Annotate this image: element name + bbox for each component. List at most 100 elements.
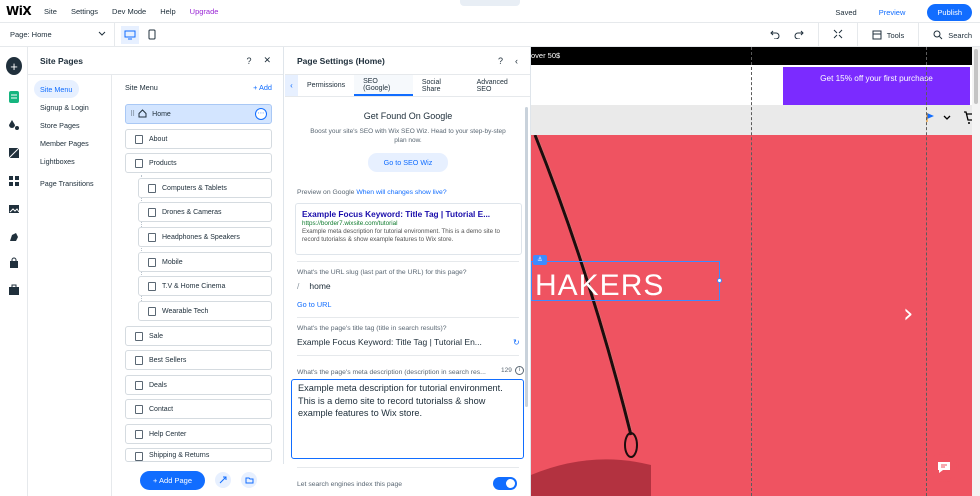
apps-button[interactable] <box>6 173 22 189</box>
publish-button[interactable]: Publish <box>927 4 972 21</box>
page-item-tv-home-cinema[interactable]: T.V & Home Cinema <box>138 276 272 296</box>
folder-icon[interactable] <box>241 472 257 488</box>
page-item-label: Mobile <box>162 258 183 266</box>
search-icon <box>933 30 943 40</box>
meta-description-textarea[interactable]: Example meta description for tutorial en… <box>291 379 524 459</box>
reset-icon[interactable]: ↻ <box>513 338 520 347</box>
go-to-seo-wiz-button[interactable]: Go to SEO Wiz <box>368 153 448 172</box>
tab-social-share[interactable]: Social Share <box>413 75 468 96</box>
home-icon <box>138 108 147 120</box>
add-page-link[interactable]: + Add <box>253 83 272 99</box>
title-tag-input[interactable]: Example Focus Keyword: Title Tag | Tutor… <box>297 337 513 347</box>
page-icon <box>148 257 156 267</box>
backgrounds-button[interactable] <box>6 145 22 161</box>
chat-button[interactable] <box>929 452 959 482</box>
tab-seo-google[interactable]: SEO (Google) <box>354 75 413 96</box>
page-icon <box>135 429 143 439</box>
page-item-contact[interactable]: Contact <box>125 399 272 419</box>
next-slide-arrow[interactable]: › <box>903 301 913 327</box>
settings-tabs: ‹ Permissions SEO (Google) Social Share … <box>285 75 530 97</box>
nav-store-pages[interactable]: Store Pages <box>28 116 111 134</box>
page-item-computers-tablets[interactable]: Computers & Tablets <box>138 178 272 198</box>
add-elements-button[interactable]: + <box>6 57 22 75</box>
page-item-products[interactable]: Products <box>125 153 272 173</box>
tab-permissions[interactable]: Permissions <box>298 75 354 96</box>
pages-button[interactable] <box>6 89 22 105</box>
page-item-sale[interactable]: Sale <box>125 326 272 346</box>
google-preview-description: Example meta description for tutorial en… <box>302 228 500 243</box>
more-actions-icon[interactable]: ⋯ <box>255 108 267 120</box>
drag-handle-icon[interactable]: ⠿ <box>130 110 135 118</box>
page-icon <box>148 183 156 193</box>
collapse-icon[interactable]: ‹ <box>515 56 518 66</box>
nav-site-menu[interactable]: Site Menu <box>34 80 79 98</box>
help-icon[interactable]: ? <box>246 56 251 66</box>
zoom-out-icon[interactable] <box>833 29 843 41</box>
canvas-scrollbar[interactable] <box>972 47 980 496</box>
page-item-help-center[interactable]: Help Center <box>125 424 272 444</box>
seo-description: Boost your site's SEO with Wix SEO Wiz. … <box>310 128 506 144</box>
redo-icon[interactable] <box>794 29 804 41</box>
blog-button[interactable] <box>6 229 22 245</box>
nav-signup-login[interactable]: Signup & Login <box>28 98 111 116</box>
index-page-toggle[interactable] <box>493 477 517 490</box>
mobile-view-button[interactable] <box>143 26 161 44</box>
tools-button[interactable]: Tools <box>872 30 904 40</box>
store-button[interactable] <box>6 255 22 271</box>
nav-member-pages[interactable]: Member Pages <box>28 134 111 152</box>
page-item-home[interactable]: ⠿ Home ⋯ <box>125 104 272 124</box>
page-icon <box>135 158 143 168</box>
meta-char-count: 129 <box>501 367 512 374</box>
business-button[interactable] <box>6 282 22 298</box>
preview-button[interactable]: Preview <box>879 8 906 17</box>
menu-upgrade[interactable]: Upgrade <box>190 7 219 16</box>
offer-banner[interactable]: Get 15% off your first purchase <box>783 67 970 105</box>
design-button[interactable] <box>6 117 22 133</box>
nav-lightboxes[interactable]: Lightboxes <box>28 152 111 170</box>
info-icon[interactable]: i <box>515 366 524 375</box>
promo-bar: over 50$ <box>531 47 980 65</box>
paint-drop-icon <box>9 120 19 130</box>
page-item-label: Sale <box>149 332 164 340</box>
link-icon[interactable] <box>215 472 231 488</box>
tab-advanced-seo[interactable]: Advanced SEO <box>468 75 530 96</box>
menu-settings[interactable]: Settings <box>71 7 98 16</box>
undo-icon[interactable] <box>770 29 780 41</box>
top-menu: Site Settings Dev Mode Help Upgrade <box>44 7 218 16</box>
menu-dev-mode[interactable]: Dev Mode <box>112 7 146 16</box>
nav-page-transitions[interactable]: Page Transitions <box>28 174 111 192</box>
page-item-label: Best Sellers <box>149 356 187 364</box>
page-item-drones-cameras[interactable]: Drones & Cameras <box>138 202 272 222</box>
scrollbar-thumb[interactable] <box>974 49 978 104</box>
preview-label: Preview on Google <box>297 189 355 196</box>
page-item-best-sellers[interactable]: Best Sellers <box>125 350 272 370</box>
add-page-button[interactable]: + Add Page <box>140 470 205 490</box>
search-button[interactable]: Search <box>933 30 972 40</box>
url-slug-input[interactable]: / home <box>297 281 331 291</box>
menu-site[interactable]: Site <box>44 7 57 16</box>
page-item-mobile[interactable]: Mobile <box>138 252 272 272</box>
changes-live-link[interactable]: When will changes show live? <box>356 189 446 196</box>
panel-scrollbar[interactable] <box>525 107 528 407</box>
page-item-wearable-tech[interactable]: Wearable Tech <box>138 301 272 321</box>
go-to-url-link[interactable]: Go to URL <box>297 300 331 309</box>
close-icon[interactable]: ✕ <box>263 55 271 66</box>
mobile-icon <box>148 29 156 40</box>
desktop-view-button[interactable] <box>121 25 139 44</box>
page-item-shipping-returns[interactable]: Shipping & Returns <box>125 448 272 462</box>
hero-title[interactable]: HAKERS <box>535 269 664 303</box>
menu-help[interactable]: Help <box>160 7 175 16</box>
help-icon[interactable]: ? <box>498 56 503 66</box>
page-item-deals[interactable]: Deals <box>125 375 272 395</box>
page-item-about[interactable]: About <box>125 129 272 149</box>
anchor-icon[interactable]: ⚓ <box>533 255 547 265</box>
resize-handle[interactable] <box>717 278 722 283</box>
page-selector[interactable]: Page: Home <box>10 30 106 39</box>
wix-logo[interactable]: WiX <box>6 4 36 18</box>
top-drag-handle[interactable] <box>460 0 520 6</box>
page-item-label: Computers & Tablets <box>162 184 227 192</box>
tabs-back-icon[interactable]: ‹ <box>285 75 298 96</box>
chevron-down-icon[interactable] <box>943 114 951 123</box>
media-button[interactable] <box>6 201 22 217</box>
page-item-headphones-speakers[interactable]: Headphones & Speakers <box>138 227 272 247</box>
